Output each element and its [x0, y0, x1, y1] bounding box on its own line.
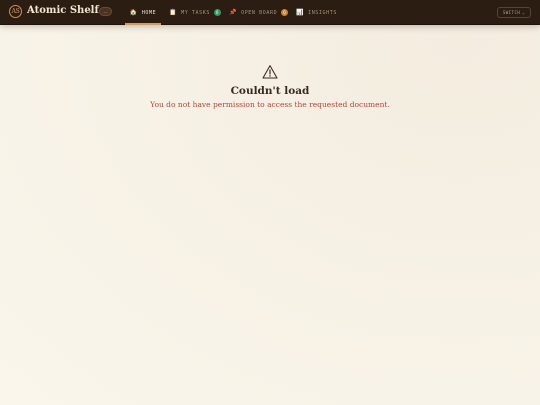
nav-my-tasks[interactable]: 📋 MY TASKS 0 — [169, 0, 221, 25]
top-nav-bar: AS Atomic Shelf ▾ — 🏠 HOME 📋 MY TASKS 0 … — [0, 0, 540, 25]
my-tasks-count-badge: 0 — [213, 9, 221, 16]
nav-insights[interactable]: 📊 INSIGHTS — [296, 0, 337, 25]
switch-button-label: SWITCH — [502, 10, 521, 15]
brand-name[interactable]: Atomic Shelf — [27, 5, 99, 16]
brand-dropdown-caret-icon[interactable]: ▾ — [90, 9, 93, 15]
warning-icon — [262, 65, 278, 79]
pin-icon: 📌 — [229, 9, 238, 16]
clipboard-icon: 📋 — [169, 9, 178, 16]
error-message: You do not have permission to access the… — [150, 100, 390, 109]
error-panel: Couldn't load You do not have permission… — [0, 64, 540, 109]
chart-icon: 📊 — [296, 9, 305, 16]
nav-insights-label: INSIGHTS — [308, 9, 337, 16]
logo-badge[interactable]: AS — [9, 5, 22, 18]
error-title: Couldn't load — [230, 85, 310, 97]
nav-home[interactable]: 🏠 HOME — [125, 0, 161, 25]
nav-my-tasks-label: MY TASKS — [181, 9, 210, 16]
nav-open-board[interactable]: 📌 OPEN BOARD 0 — [229, 0, 289, 25]
open-board-count-badge: 0 — [281, 9, 289, 16]
chevron-down-icon: ⌄ — [522, 10, 526, 15]
nav-open-board-label: OPEN BOARD — [241, 9, 278, 16]
switch-button[interactable]: SWITCH ⌄ — [497, 7, 531, 18]
workspace-pill[interactable]: — — [99, 7, 112, 16]
nav-home-label: HOME — [141, 9, 157, 16]
home-icon: 🏠 — [129, 9, 138, 16]
